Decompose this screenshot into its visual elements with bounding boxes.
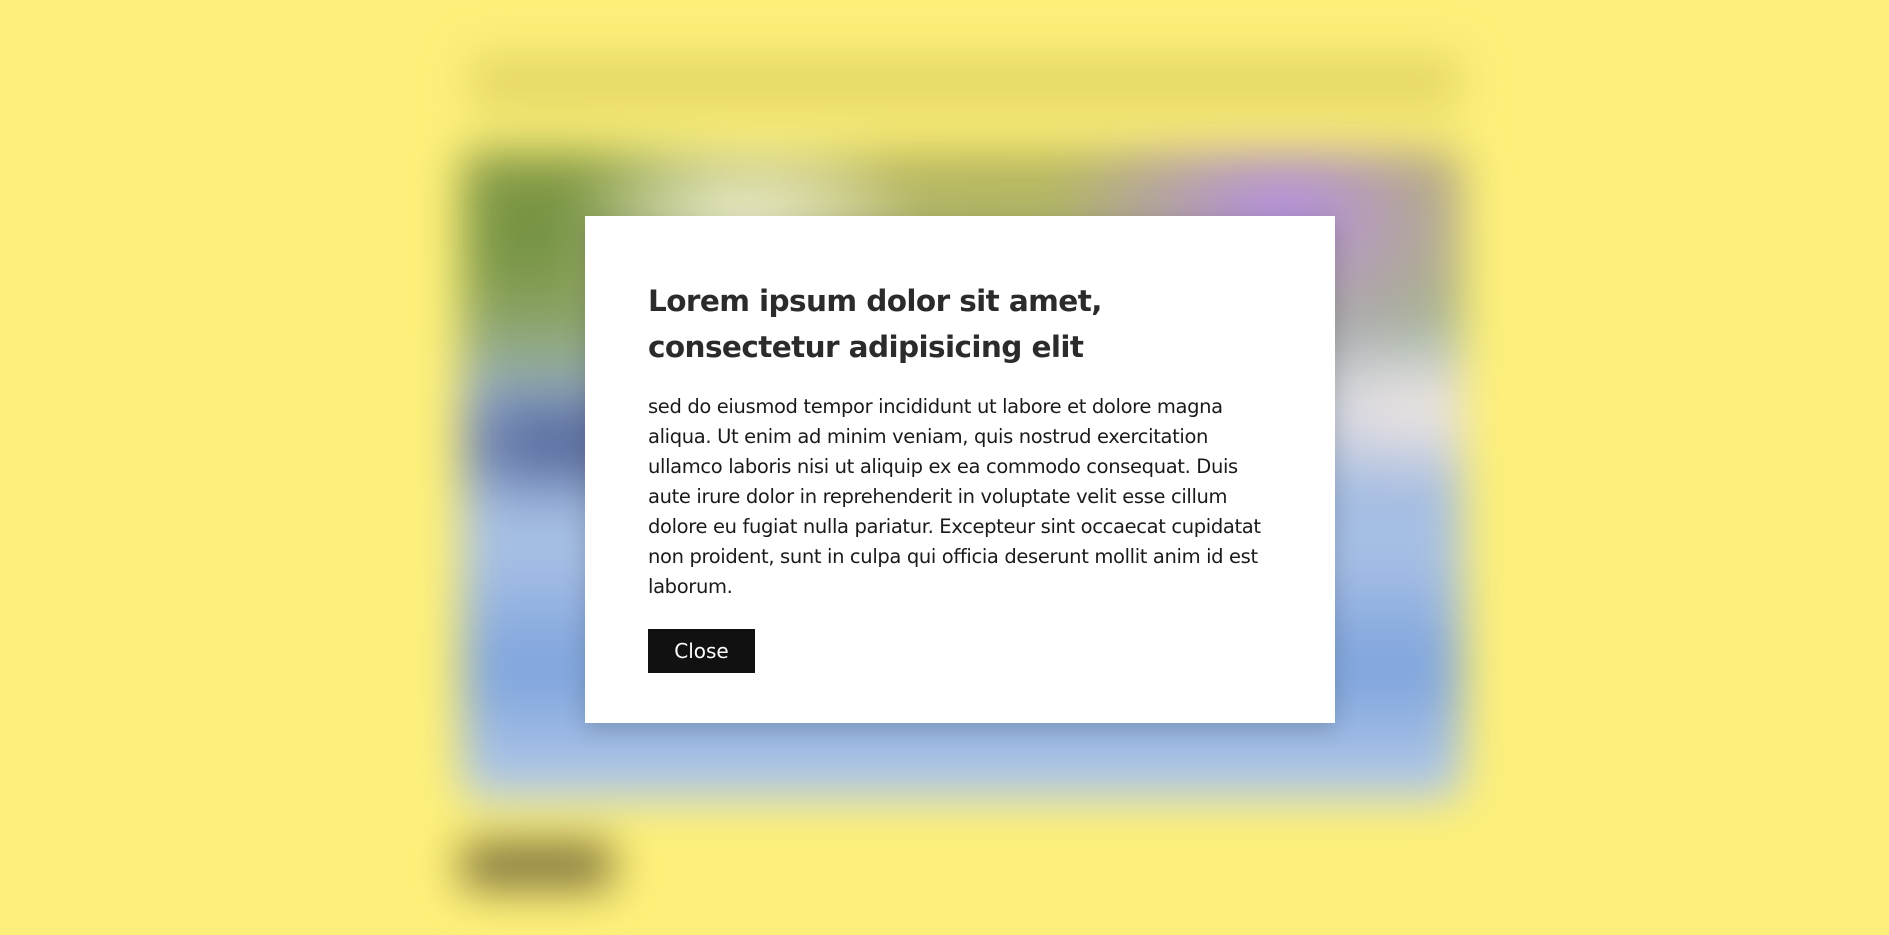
modal-body-text: sed do eiusmod tempor incididunt ut labo… xyxy=(648,395,1261,598)
blurred-page-button xyxy=(462,843,612,888)
close-button[interactable]: Close xyxy=(648,629,755,673)
modal-title: Lorem ipsum dolor sit amet, consectetur … xyxy=(648,284,1102,364)
modal-dialog: Lorem ipsum dolor sit amet, consectetur … xyxy=(585,216,1335,723)
blurred-page-header xyxy=(470,55,1460,110)
page: Lorem ipsum dolor sit amet, consectetur … xyxy=(0,0,1889,935)
